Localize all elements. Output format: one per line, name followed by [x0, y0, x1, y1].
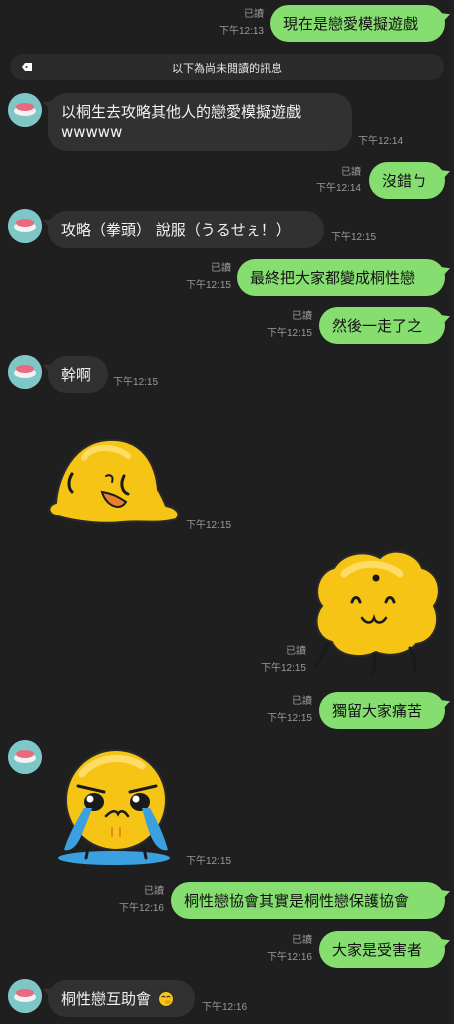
unread-divider: 以下為尚未閱讀的訊息	[10, 54, 444, 80]
outgoing-message[interactable]: 然後一走了之	[319, 307, 445, 344]
message-text: 大家是受害者	[332, 941, 423, 959]
outgoing-message[interactable]: 最終把大家都變成桐性戀	[237, 259, 445, 296]
outgoing-message[interactable]: 桐性戀協會其實是桐性戀保護協會	[171, 882, 445, 919]
message-text: 獨留大家痛苦	[332, 702, 423, 720]
avatar[interactable]	[8, 740, 42, 774]
outgoing-message[interactable]: 沒錯ㄅ	[369, 162, 445, 199]
incoming-message[interactable]: 幹啊	[48, 356, 108, 393]
incoming-message[interactable]: 桐性戀互助會	[48, 980, 195, 1017]
message-time: 下午12:14	[315, 183, 361, 194]
read-receipt: 已讀	[292, 696, 312, 707]
message-time: 下午12:15	[186, 856, 232, 867]
read-receipt: 已讀	[211, 263, 231, 274]
outgoing-message[interactable]: 現在是戀愛模擬遊戲	[270, 5, 445, 42]
read-receipt: 已讀	[292, 311, 312, 322]
avatar[interactable]	[8, 979, 42, 1013]
incoming-message[interactable]: 攻略（拳頭） 說服（うるせぇ！）	[48, 211, 324, 248]
avatar[interactable]	[8, 93, 42, 127]
giggle-emoji-icon	[157, 991, 174, 1007]
message-time: 下午12:15	[260, 663, 306, 674]
read-receipt: 已讀	[144, 886, 164, 897]
message-time: 下午12:16	[118, 903, 164, 914]
message-time: 下午12:15	[186, 520, 232, 531]
profile-sushi-icon	[8, 979, 42, 1013]
outgoing-message[interactable]: 獨留大家痛苦	[319, 692, 445, 729]
melting-blob-sticker[interactable]	[44, 436, 184, 532]
message-time: 下午12:15	[331, 232, 377, 243]
crying-blob-sticker[interactable]	[52, 744, 180, 872]
message-text: 幹啊	[61, 366, 92, 384]
message-time: 下午12:15	[266, 713, 312, 724]
message-text: 然後一走了之	[332, 317, 423, 335]
read-receipt: 已讀	[341, 167, 361, 178]
message-time: 下午12:15	[113, 377, 159, 388]
avatar[interactable]	[8, 209, 42, 243]
unread-divider-text: 以下為尚未閱讀的訊息	[172, 62, 282, 75]
message-text: 攻略（拳頭） 說服（うるせぇ！）	[61, 221, 291, 239]
avatar[interactable]	[8, 355, 42, 389]
profile-sushi-icon	[8, 93, 42, 127]
message-time: 下午12:13	[218, 26, 264, 37]
message-text-line-1: 以桐生去攻略其他人的戀愛模擬遊戲	[61, 103, 302, 121]
read-receipt: 已讀	[286, 646, 306, 657]
message-text-line-2: wwwww	[61, 123, 123, 141]
read-receipt: 已讀	[244, 9, 264, 20]
smug-blob-sticker[interactable]	[310, 548, 444, 678]
message-text: 桐性戀互助會	[61, 990, 152, 1008]
read-receipt: 已讀	[292, 935, 312, 946]
message-text: 最終把大家都變成桐性戀	[250, 269, 416, 287]
incoming-message[interactable]: 以桐生去攻略其他人的戀愛模擬遊戲 wwwww	[48, 93, 352, 151]
message-text: 桐性戀協會其實是桐性戀保護協會	[184, 892, 410, 910]
message-text: 現在是戀愛模擬遊戲	[283, 15, 419, 33]
profile-sushi-icon	[8, 209, 42, 243]
message-time: 下午12:15	[266, 328, 312, 339]
message-time: 下午12:14	[358, 136, 404, 147]
message-time: 下午12:16	[266, 952, 312, 963]
profile-sushi-icon	[8, 355, 42, 389]
message-time: 下午12:15	[185, 280, 231, 291]
outgoing-message[interactable]: 大家是受害者	[319, 931, 445, 968]
message-time: 下午12:16	[202, 1002, 248, 1013]
profile-sushi-icon	[8, 740, 42, 774]
message-text: 沒錯ㄅ	[382, 172, 428, 190]
